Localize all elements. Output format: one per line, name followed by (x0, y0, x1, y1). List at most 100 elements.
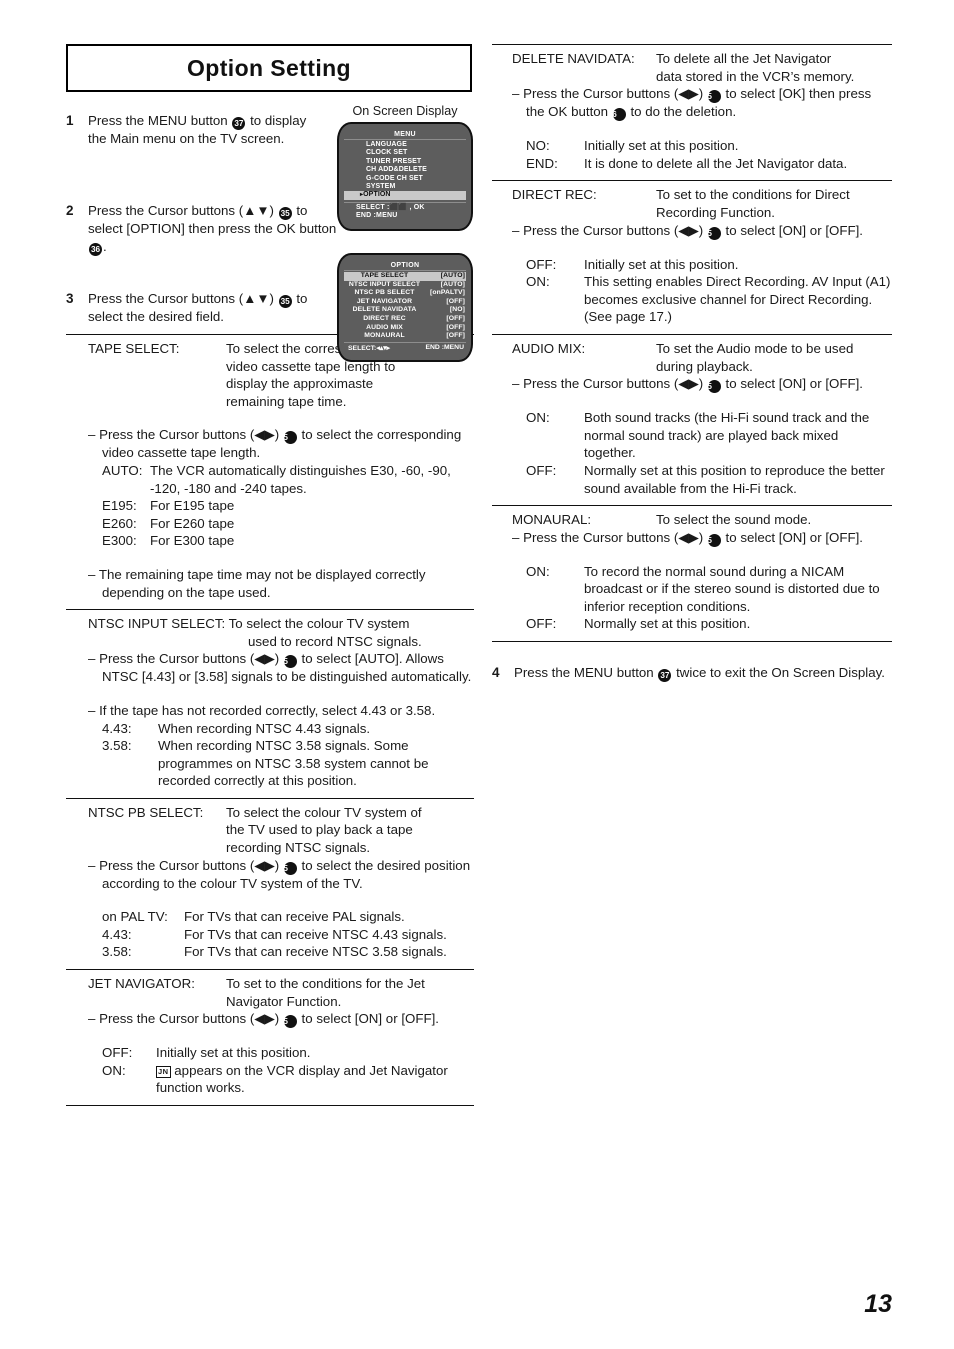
osd-option-label: MONAURAL (364, 332, 405, 340)
step-3: 3 Press the Cursor buttons (▲▼) 35 to se… (66, 290, 338, 326)
tape-select-option-e260: E260: For E260 tape (66, 515, 474, 533)
osd-option-row-monaural: MONAURAL [OFF] (344, 332, 466, 341)
osd-menu-item-language: LANGUAGE (366, 141, 407, 148)
option-value: Initially set at this position. (156, 1045, 311, 1061)
osd-option-row-delete-navidata: DELETE NAVIDATA [NO] (344, 306, 466, 315)
osd-option-label: NTSC PB SELECT (354, 289, 415, 297)
option-value: For TVs that can receive NTSC 3.58 signa… (184, 944, 447, 960)
option-key: E300: (102, 533, 137, 549)
section-direct-rec: DIRECT REC: To set to the conditions for… (492, 180, 892, 334)
step-4-text-b: twice to exit the On Screen Display. (672, 665, 885, 681)
step-2-text: Press the Cursor buttons (▲▼) 35 to sele… (88, 202, 338, 256)
button-badge-35: 35 (278, 207, 292, 220)
jet-navigator-desc: To set to the conditions for the Jet Nav… (226, 975, 474, 1010)
audio-mix-label: AUDIO MIX: (512, 340, 586, 356)
section-ntsc-pb-select: NTSC PB SELECT: To select the colour TV … (66, 797, 474, 969)
option-value: This setting enables Direct Recording. A… (584, 274, 891, 325)
osd-option-label: AUDIO MIX (366, 323, 403, 331)
document-page: Option Setting 1 Press the MENU button 3… (0, 0, 954, 1349)
osd-option-footer: SELECT:◂▴▾▸ END :MENU (344, 341, 466, 352)
section-ntsc-input-select: NTSC INPUT SELECT: To select the colour … (66, 609, 474, 798)
option-value: Normally set at this position to reprodu… (584, 462, 885, 496)
step-1: 1 Press the MENU button 37 to display th… (66, 112, 324, 148)
step-1-number: 1 (66, 113, 74, 128)
ntsc-input-option-443: 4.43: When recording NTSC 4.43 signals. (66, 720, 474, 738)
step-2: 2 Press the Cursor buttons (▲▼) 35 to se… (66, 202, 338, 256)
option-value: It is done to delete all the Jet Navigat… (584, 155, 848, 171)
option-key: OFF: (102, 1045, 133, 1061)
button-badge-35: 35 (279, 431, 297, 445)
section-audio-mix: AUDIO MIX: To set the Audio mode to be u… (492, 333, 892, 505)
option-key: OFF: (526, 462, 557, 478)
jet-nav-desc-line: To set to the conditions for the Jet (226, 976, 425, 992)
osd-option-label: TAPE SELECT (344, 272, 426, 281)
option-key: 4.43: (102, 720, 132, 736)
osd-option-value: [OFF] (446, 332, 465, 340)
osd-option-row-ntsc-input-select: NTSC INPUT SELECT [AUTO] (344, 281, 466, 290)
direct-rec-bullet-1: – Press the Cursor buttons (◀▶) 35 to se… (512, 222, 892, 240)
osd-option-footer-end: END :MENU (425, 343, 464, 351)
direct-rec-desc-line: To set to the conditions for Direct (656, 187, 850, 203)
option-value: Normally set at this position. (584, 616, 751, 632)
osd-menu-item-clock-set: CLOCK SET (366, 149, 408, 157)
option-key: E260: (102, 515, 137, 531)
option-value: For TVs that can receive PAL signals. (184, 909, 405, 925)
right-column: DELETE NAVIDATA: To delete all the Jet N… (492, 44, 892, 683)
option-key: OFF: (526, 256, 557, 272)
option-value: For TVs that can receive NTSC 4.43 signa… (184, 926, 447, 942)
ntsc-input-select-desc-2: used to record NTSC signals. (248, 633, 422, 649)
tape-select-option-e195: E195: For E195 tape (66, 497, 474, 515)
delete-navidata-desc-line: To delete all the Jet Navigator (656, 51, 832, 66)
option-value: When recording NTSC 4.43 signals. (158, 720, 371, 736)
osd-option-label: DELETE NAVIDATA (352, 306, 417, 314)
ntsc-input-select-bullet-2: – If the tape has not recorded correctly… (88, 702, 436, 718)
osd-option-label: NTSC INPUT SELECT (348, 280, 421, 288)
button-badge-37: 37 (232, 117, 246, 130)
osd-menu-footer-end: END :MENU (356, 212, 398, 220)
option-key: OFF: (526, 616, 557, 632)
tape-select-desc-line: display the approximaste (226, 376, 374, 392)
option-key: ON: (526, 563, 550, 579)
osd-option-row-direct-rec: DIRECT REC [OFF] (344, 315, 466, 324)
option-value: Initially set at this position. (584, 138, 739, 154)
option-value: For E260 tape (150, 515, 235, 531)
step-4-number: 4 (492, 665, 500, 681)
option-key: ON: (526, 410, 550, 426)
step-3-text-a: Press the Cursor buttons (▲▼) (88, 291, 278, 306)
osd-menu-list: LANGUAGE CLOCK SET TUNER PRESET CH ADD&D… (344, 141, 466, 200)
ntsc-pb-option-358: 3.58: For TVs that can receive NTSC 3.58… (66, 943, 474, 961)
step-1-text: Press the MENU button 37 to display the … (88, 112, 324, 148)
osd-menu-footer-select: SELECT :⬛⬛ , OK (356, 203, 425, 211)
osd-option-footer-select: SELECT:◂▴▾▸ (348, 344, 390, 352)
button-badge-35: 35 (703, 226, 721, 240)
direct-rec-option-off: OFF: Initially set at this position. (492, 256, 892, 274)
osd-menu-item-system: SYSTEM (366, 183, 396, 191)
osd-option-menu-screen: OPTION TAPE SELECT [AUTO] NTSC INPUT SEL… (337, 253, 473, 362)
delete-navidata-option-no: NO: Initially set at this position. (492, 137, 892, 155)
button-badge-35: 35 (278, 295, 292, 308)
bullet-text-a: – Press the Cursor buttons (◀▶) (88, 1011, 283, 1027)
option-key: 4.43: (102, 926, 132, 942)
jet-navigator-option-off: OFF: Initially set at this position. (66, 1044, 474, 1062)
ntsc-pb-desc-line: the TV used to play back a tape (226, 822, 413, 838)
bullet-text-a: – Press the Cursor buttons (◀▶) (88, 651, 283, 667)
audio-mix-bullet-1: – Press the Cursor buttons (◀▶) 35 to se… (512, 375, 892, 394)
button-badge-37: 37 (658, 669, 672, 683)
ntsc-input-select-label: NTSC INPUT SELECT: (88, 616, 226, 632)
button-badge-36: 36 (89, 242, 102, 256)
section-delete-navidata: DELETE NAVIDATA: To delete all the Jet N… (492, 44, 892, 180)
button-badge-35: 35 (703, 533, 721, 547)
osd-option-label: JET NAVIGATOR (356, 297, 413, 305)
step-2-number: 2 (66, 203, 74, 218)
osd-main-menu-screen: MENU LANGUAGE CLOCK SET TUNER PRESET CH … (337, 122, 473, 232)
ntsc-input-option-358: 3.58: When recording NTSC 3.58 signals. … (66, 737, 474, 790)
tape-select-option-e300: E300: For E300 tape (66, 532, 474, 550)
osd-menu-item-option-label: OPTION (363, 191, 391, 199)
ntsc-pb-select-label: NTSC PB SELECT: (88, 804, 204, 820)
